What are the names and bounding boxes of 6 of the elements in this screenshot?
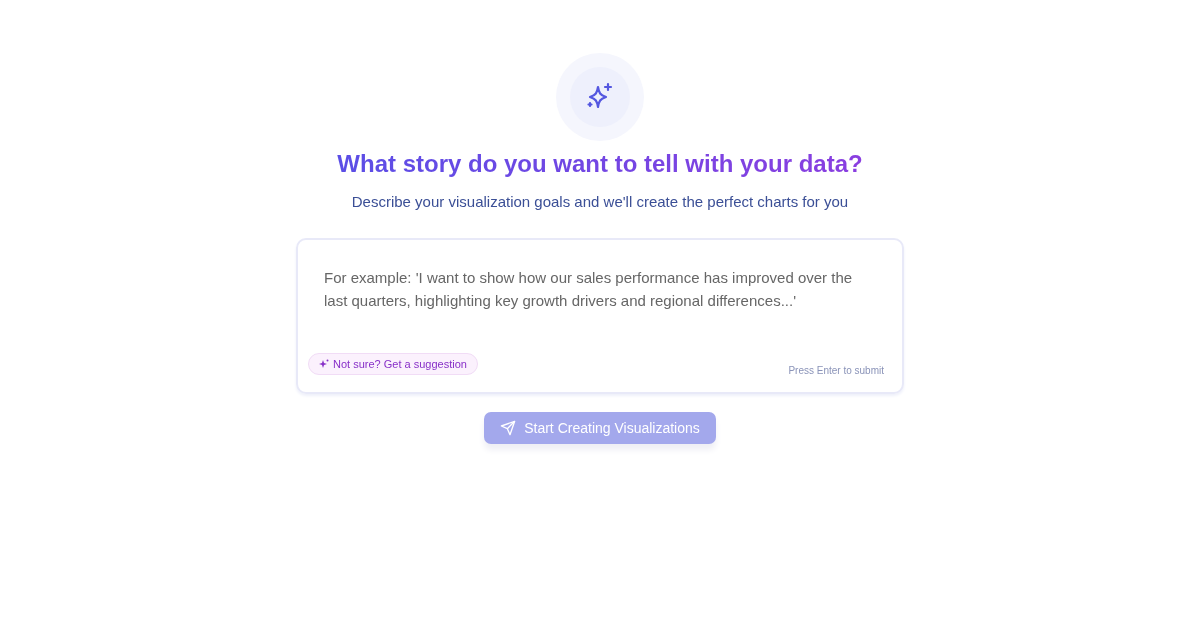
sparkle-icon [319, 358, 329, 369]
send-icon [500, 420, 517, 436]
story-input-field[interactable]: For example: 'I want to show how our sales performance has improved over the last quarters, highlighting key growth drivers and regional differences...' Not sure? Get a suggestion Press Enter to submit [296, 238, 904, 394]
page-subheading: Describe your visualization goals and we'll create the perfect charts for you [351, 193, 849, 210]
suggestion-button[interactable]: Not sure? Get a suggestion [308, 352, 478, 375]
submit-hint: Press Enter to submit [788, 365, 884, 376]
